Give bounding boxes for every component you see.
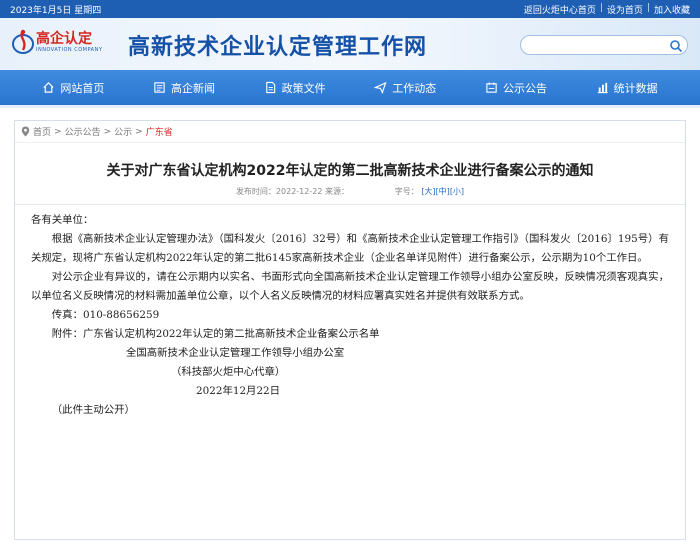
breadcrumb-home[interactable]: 首页 — [33, 125, 51, 138]
nav-item-policy[interactable]: 政策文件 — [264, 80, 326, 96]
publish-label: 发布时间： — [235, 187, 276, 196]
news-icon — [154, 82, 165, 93]
current-date: 2023年1月5日 星期四 — [10, 5, 102, 16]
breadcrumb-current[interactable]: 广东省 — [146, 125, 173, 138]
font-size-small[interactable]: [小] — [450, 187, 464, 196]
article-panel: 首页 > 公示公告 > 公示 > 广东省 关于对广东省认定机构2022年认定的第… — [14, 120, 686, 540]
public-note: （此件主动公开） — [51, 404, 135, 416]
paragraph: 根据《高新技术企业认定管理办法》（国科发火〔2016〕32号）和《高新技术企业认… — [31, 233, 669, 264]
top-links: 返回火炬中心首页 | 设为首页 | 加入收藏 — [524, 3, 690, 16]
nav-label: 高企新闻 — [170, 81, 215, 95]
font-size-label: 字号： — [394, 187, 419, 196]
nav-label: 网站首页 — [60, 81, 105, 95]
logo-cn-text: 高企认定 — [36, 31, 92, 47]
link-set-homepage[interactable]: 设为首页 — [607, 3, 643, 16]
main-nav: 网站首页 高企新闻 政策文件 工作动态 公示公告 统计数据 — [0, 70, 700, 108]
article-body: 各有关单位： 根据《高新技术企业认定管理办法》（国科发火〔2016〕32号）和《… — [15, 205, 685, 420]
attachment-line[interactable]: 附件：广东省认定机构2022年认定的第二批高新技术企业备案公示名单 — [31, 325, 669, 344]
breadcrumb: 首页 > 公示公告 > 公示 > 广东省 — [15, 121, 685, 143]
signature-date: 2022年12月22日 — [196, 385, 281, 397]
publish-time: 2022-12-22 来源： — [275, 187, 349, 196]
site-title: 高新技术企业认定管理工作网 — [128, 35, 428, 60]
search-icon[interactable] — [669, 38, 683, 53]
search-box — [520, 35, 688, 58]
breadcrumb-public-notice[interactable]: 公示 — [114, 125, 132, 138]
nav-label: 工作动态 — [392, 81, 437, 95]
link-add-favorite[interactable]: 加入收藏 — [654, 3, 690, 16]
location-pin-icon — [21, 126, 30, 137]
font-size-medium[interactable]: [中] — [436, 187, 450, 196]
breadcrumb-separator: > — [135, 126, 143, 137]
salutation: 各有关单位： — [31, 214, 94, 226]
paragraph: 对公示企业有异议的，请在公示期内以实名、书面形式向全国高新技术企业认定管理工作领… — [31, 271, 669, 302]
chart-icon — [597, 82, 608, 94]
font-size-large[interactable]: [大] — [421, 187, 435, 196]
logo-en-text: INNOVATION COMPANY — [36, 47, 103, 53]
nav-label: 统计数据 — [613, 81, 658, 95]
link-back-to-torch-center[interactable]: 返回火炬中心首页 — [524, 3, 596, 16]
site-header: 高企认定 INNOVATION COMPANY 高新技术企业认定管理工作网 — [0, 18, 700, 70]
site-logo[interactable]: 高企认定 INNOVATION COMPANY — [12, 28, 102, 56]
nav-label: 公示公告 — [502, 81, 547, 95]
font-size-controls: [大][中][小] — [421, 187, 464, 196]
home-icon — [43, 82, 54, 93]
paper-plane-icon — [374, 81, 387, 94]
article-title: 关于对广东省认定机构2022年认定的第二批高新技术企业进行备案公示的通知 — [106, 163, 594, 179]
top-bar: 2023年1月5日 星期四 返回火炬中心首页 | 设为首页 | 加入收藏 — [0, 0, 700, 18]
breadcrumb-separator: > — [54, 126, 62, 137]
notice-icon — [486, 82, 497, 93]
separator: | — [599, 2, 603, 13]
search-input[interactable] — [529, 39, 669, 58]
fax-line: 传真：010-88656259 — [51, 309, 160, 321]
article-meta: 发布时间：2022-12-22 来源： 字号： [大][中][小] — [15, 186, 685, 205]
breadcrumb-announcements[interactable]: 公示公告 — [65, 125, 101, 138]
signature-organization: 全国高新技术企业认定管理工作领导小组办公室 — [126, 347, 345, 359]
breadcrumb-separator: > — [103, 126, 112, 137]
logo-mark-icon — [12, 28, 34, 56]
nav-item-announcements[interactable]: 公示公告 — [485, 80, 547, 96]
signature-seal-note: （科技部火炬中心代章） — [171, 366, 286, 378]
nav-item-work-updates[interactable]: 工作动态 — [374, 80, 436, 96]
nav-item-news[interactable]: 高企新闻 — [153, 80, 215, 96]
nav-item-statistics[interactable]: 统计数据 — [596, 80, 658, 96]
separator: | — [646, 2, 650, 13]
nav-label: 政策文件 — [281, 81, 326, 95]
nav-item-home[interactable]: 网站首页 — [42, 80, 104, 96]
document-icon — [265, 81, 275, 94]
